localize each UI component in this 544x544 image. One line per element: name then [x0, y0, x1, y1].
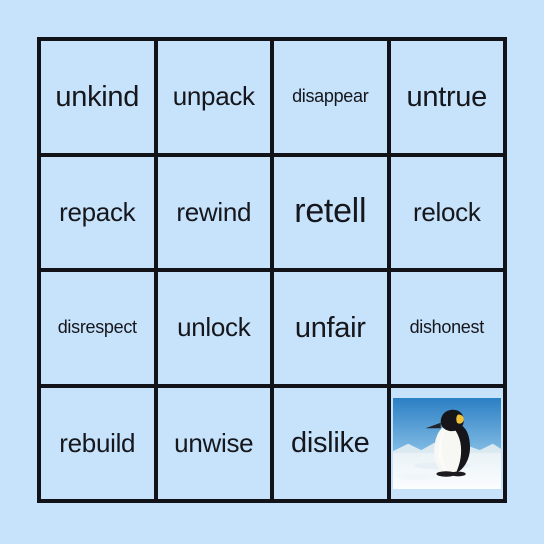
bingo-cell-word: rebuild [59, 427, 136, 458]
bingo-cell-r4c2[interactable]: unwise [157, 387, 270, 499]
bingo-cell-word: untrue [406, 80, 488, 113]
bingo-cell-r4c1[interactable]: rebuild [41, 387, 154, 499]
penguin-photo [392, 397, 501, 489]
bingo-cell-r3c3[interactable]: unfair [274, 272, 387, 384]
bingo-cell-word: unpack [172, 81, 255, 112]
bingo-card: unkind unpack disappear untrue repack rewind r… [37, 37, 507, 503]
bingo-cell-word: relock [412, 196, 481, 227]
bingo-cell-r2c3[interactable]: retell [274, 156, 387, 268]
bingo-cell-word: dishonest [409, 317, 485, 338]
bingo-cell-r1c4[interactable]: untrue [390, 41, 503, 153]
bingo-cell-word: unwise [174, 427, 254, 458]
bingo-cell-word: unkind [55, 80, 140, 113]
bingo-cell-word: dislike [291, 427, 370, 460]
bingo-cell-word: repack [59, 196, 136, 227]
bingo-cell-word: rewind [176, 196, 252, 227]
bingo-cell-r4c3[interactable]: dislike [274, 387, 387, 499]
bingo-cell-r1c2[interactable]: unpack [157, 41, 270, 153]
penguin-icon [392, 397, 501, 489]
bingo-cell-r3c1[interactable]: disrespect [41, 272, 154, 384]
bingo-cell-r2c4[interactable]: relock [390, 156, 503, 268]
bingo-cell-word: retell [294, 192, 367, 231]
bingo-cell-word: disrespect [57, 317, 137, 338]
bingo-cell-word: unlock [177, 312, 251, 343]
bingo-cell-r3c2[interactable]: unlock [157, 272, 270, 384]
bingo-cell-word: disappear [292, 86, 369, 107]
bingo-cell-r4c4[interactable] [390, 387, 503, 499]
bingo-cell-r2c2[interactable]: rewind [157, 156, 270, 268]
bingo-cell-r1c1[interactable]: unkind [41, 41, 154, 153]
bingo-cell-r3c4[interactable]: dishonest [390, 272, 503, 384]
bingo-cell-word: unfair [294, 311, 366, 344]
bingo-cell-r2c1[interactable]: repack [41, 156, 154, 268]
bingo-cell-r1c3[interactable]: disappear [274, 41, 387, 153]
